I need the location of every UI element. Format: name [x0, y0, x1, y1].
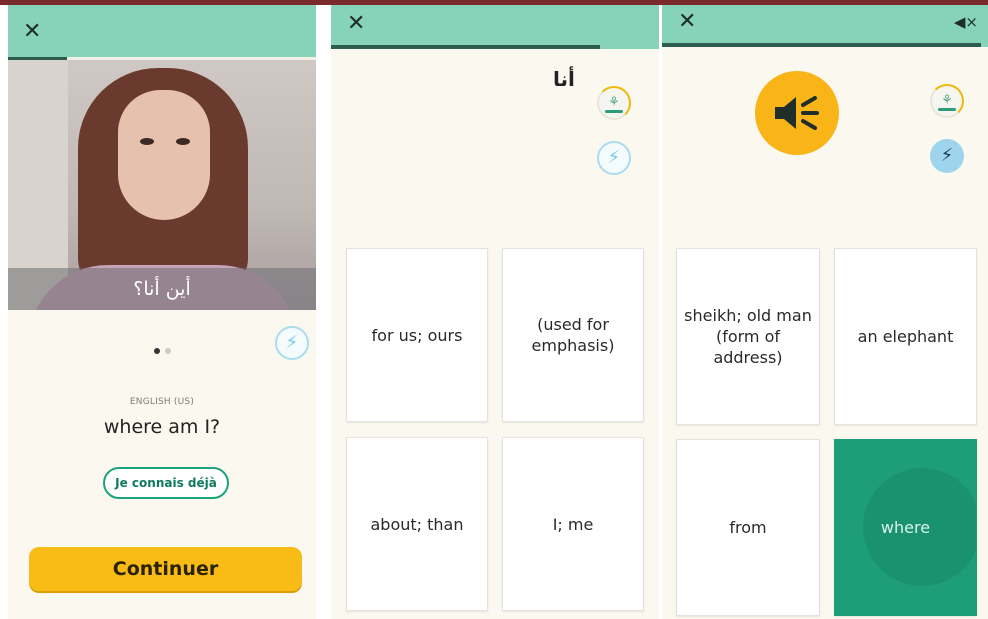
answer-card[interactable]: sheikh; old man (form of address) [676, 248, 820, 425]
growth-meter[interactable]: ⚘ [597, 86, 631, 120]
close-icon[interactable]: ✕ [678, 11, 696, 33]
play-audio-button[interactable] [755, 71, 839, 155]
bolt-icon[interactable]: ⚡ [275, 326, 309, 360]
continue-button[interactable]: Continuer [29, 547, 302, 591]
left-eye [140, 138, 154, 145]
translation-phrase: where am I? [103, 416, 221, 438]
answer-card-selected[interactable]: where [834, 439, 977, 616]
plant-icon: ⚘ [941, 93, 953, 108]
lesson-screen-video: ✕ أين أنا؟ ⚡ ENGLISH (US) where am I? Je… [8, 5, 316, 619]
answer-card-label: where [880, 518, 931, 537]
answer-card[interactable]: I; me [502, 437, 644, 611]
lesson-screen-listen: ✕ ◀× ⚘ ⚡ sheikh; old man (form of addres… [662, 5, 988, 619]
growth-base [938, 108, 956, 111]
plant-icon: ⚘ [608, 95, 620, 110]
growth-meter[interactable]: ⚘ [930, 84, 964, 118]
bolt-icon[interactable]: ⚡ [930, 139, 964, 173]
lesson-screen-match: ✕ أنا ⚘ ⚡ for us; ours (used for emphasi… [331, 5, 659, 619]
pager-dot[interactable] [165, 348, 171, 354]
progress-bar [331, 45, 600, 49]
mute-icon[interactable]: ◀× [954, 13, 978, 31]
growth-base [605, 110, 623, 113]
pager-dots [154, 339, 176, 358]
speaker-icon [775, 96, 819, 130]
speaker-face [118, 90, 210, 220]
answer-card[interactable]: (used for emphasis) [502, 248, 644, 422]
header-bar: ✕ [8, 5, 316, 57]
header-bar: ✕ [331, 5, 659, 45]
answer-card[interactable]: about; than [346, 437, 488, 611]
already-know-button[interactable]: Je connais déjà [103, 467, 229, 499]
video-frame[interactable]: أين أنا؟ [8, 60, 316, 310]
answer-card[interactable]: from [676, 439, 820, 616]
bolt-icon[interactable]: ⚡ [597, 141, 631, 175]
header-bar: ✕ ◀× [662, 5, 988, 43]
close-icon[interactable]: ✕ [23, 21, 41, 43]
right-eye [176, 138, 190, 145]
progress-bar [662, 43, 982, 47]
answer-card[interactable]: an elephant [834, 248, 977, 425]
video-caption: أين أنا؟ [8, 268, 316, 310]
answer-card[interactable]: for us; ours [346, 248, 488, 422]
arabic-word: أنا [553, 67, 575, 91]
pager-dot-active[interactable] [154, 348, 160, 354]
language-label: ENGLISH (US) [129, 397, 195, 407]
close-icon[interactable]: ✕ [347, 13, 365, 35]
